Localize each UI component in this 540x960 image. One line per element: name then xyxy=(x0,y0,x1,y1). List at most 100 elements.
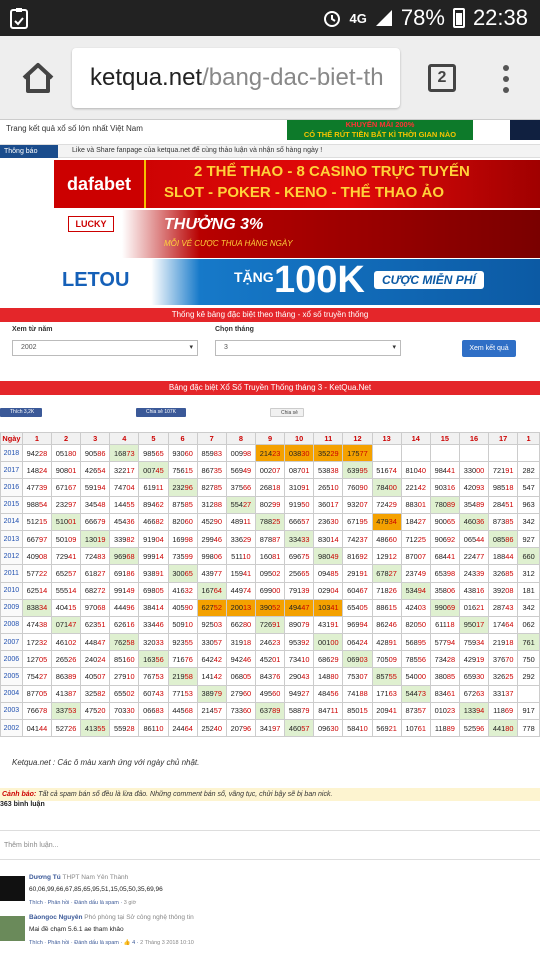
result-cell: 62616 xyxy=(109,615,140,635)
result-head: 577 xyxy=(434,637,447,647)
result-head: 877 xyxy=(26,689,39,699)
year-cell[interactable]: 2015 xyxy=(0,495,23,514)
gplus-share-button[interactable]: Chia sẻ xyxy=(270,408,304,417)
result-head: 501 xyxy=(55,534,69,544)
result-head: 784 xyxy=(376,482,389,492)
result-tail: 44 xyxy=(38,723,48,733)
year-cell[interactable]: 2017 xyxy=(0,461,23,480)
overflow-menu-icon[interactable] xyxy=(494,62,518,96)
result-head: 337 xyxy=(55,706,69,716)
result-cell: 86246 xyxy=(371,615,402,635)
letou-ad-banner[interactable]: LETOU TẶNG 100K CƯỢC MIỄN PHÍ xyxy=(54,259,540,305)
year-cell[interactable]: 2003 xyxy=(0,701,23,721)
year-cell[interactable]: 2007 xyxy=(0,633,23,652)
year-cell[interactable]: 2018 xyxy=(0,443,23,463)
facebook-like-button[interactable]: Thích 3,2K xyxy=(0,408,42,417)
result-tail: 73 xyxy=(417,689,427,699)
result-cell: 73428 xyxy=(429,650,460,669)
home-icon[interactable] xyxy=(18,58,58,98)
result-head: 666 xyxy=(288,517,302,527)
dafabet-ad-banner[interactable]: dafabet 2 THỂ THAO - 8 CASINO TRỰC TUYẾN… xyxy=(54,160,540,208)
result-cell: 750 xyxy=(517,650,540,669)
result-tail: 42 xyxy=(417,482,427,492)
commenter-name[interactable]: Dương Tú xyxy=(29,874,61,881)
result-head: 431 xyxy=(318,620,331,630)
comment-actions[interactable]: Thích · Phản hồi · Đánh dấu là spam · xyxy=(29,900,122,906)
lucky-ad-banner[interactable]: LUCKY THƯỞNG 3% MỖI VÉ CƯỢC THUA HÀNG NG… xyxy=(54,210,540,258)
result-cell: 37566 xyxy=(225,478,256,497)
year-cell[interactable]: 2011 xyxy=(0,564,23,583)
result-head: 788 xyxy=(259,517,273,527)
result-tail: 94 xyxy=(359,620,368,630)
result-tail: 87 xyxy=(68,689,77,699)
avatar[interactable] xyxy=(0,916,25,941)
result-head: 850 xyxy=(347,706,360,716)
result-cell: 778 xyxy=(517,718,540,738)
result-cell: 55427 xyxy=(225,495,256,514)
result-tail: 03 xyxy=(359,654,368,664)
result-head: 449 xyxy=(230,586,243,596)
result-cell: 71225 xyxy=(400,529,431,549)
comment-actions[interactable]: Thích · Phản hồi · Đánh dấu là spam · 👍 … xyxy=(29,940,139,946)
result-cell: 80299 xyxy=(254,495,286,514)
result-head: 163 xyxy=(143,654,156,664)
year-cell[interactable]: 2012 xyxy=(0,547,23,566)
year-cell[interactable]: 2004 xyxy=(0,684,23,703)
result-tail: 44 xyxy=(505,551,514,561)
result-cell: 27960 xyxy=(225,684,256,703)
spam-warning: Cảnh báo: Tất cả spam bán số đều là lừa … xyxy=(0,788,540,801)
result-tail: 25 xyxy=(272,517,281,527)
table-row: 2009 83834 40415 97068 44496 38414 40590 62752 2… xyxy=(0,598,540,617)
header-day: 6 xyxy=(167,432,198,445)
result-cell: 09502 xyxy=(254,564,286,583)
result-cell: 88615 xyxy=(371,598,402,617)
top-promo-banner[interactable]: KHUYẾN MÃI 200% CÓ THỂ RÚT TIỀN BẤT KÌ T… xyxy=(287,120,473,140)
result-cell: 66280 xyxy=(225,615,256,635)
comment-input[interactable]: Thêm bình luận... xyxy=(0,830,540,860)
from-year-select[interactable]: 2002 xyxy=(12,340,198,356)
year-cell[interactable]: 2008 xyxy=(0,615,23,635)
year-cell[interactable]: 2010 xyxy=(0,581,23,600)
result-cell: 55514 xyxy=(50,581,82,600)
result-tail: 26 xyxy=(68,723,77,733)
result-tail: 37 xyxy=(505,689,514,699)
result-head: 830 xyxy=(318,534,331,544)
result-head: 405 xyxy=(84,672,98,682)
year-cell[interactable]: 2013 xyxy=(0,529,23,549)
header-day: 2 xyxy=(50,432,82,445)
tab-switcher-button[interactable]: 2 xyxy=(428,64,456,92)
year-cell[interactable]: 2006 xyxy=(0,650,23,669)
result-head: 682 xyxy=(84,586,98,596)
result-cell: 73599 xyxy=(167,547,198,566)
result-head: 667 xyxy=(26,534,39,544)
result-tail: 65 xyxy=(184,568,193,578)
year-cell[interactable]: 2009 xyxy=(0,598,23,617)
month-select[interactable]: 3 xyxy=(215,340,401,356)
commenter-name[interactable]: Bàongoc Nguyên xyxy=(29,914,82,921)
result-head: 171 xyxy=(376,689,389,699)
result-cell: 917 xyxy=(517,701,540,721)
result-head: 652 xyxy=(55,568,69,578)
year-cell[interactable]: 2002 xyxy=(0,718,23,738)
result-cell: 13394 xyxy=(458,701,490,721)
result-cell: 81040 xyxy=(400,461,431,480)
year-cell[interactable]: 2014 xyxy=(0,512,23,531)
view-results-button[interactable]: Xem kết quả xyxy=(462,340,516,357)
year-cell[interactable]: 2005 xyxy=(0,667,23,686)
result-cell: 99806 xyxy=(196,547,227,566)
facebook-share-button[interactable]: Chia sẻ 107K xyxy=(136,408,186,417)
result-tail: 55 xyxy=(126,500,135,510)
avatar[interactable] xyxy=(0,876,25,901)
result-tail: 21 xyxy=(388,723,397,733)
result-head: 169 xyxy=(172,534,185,544)
result-tail: 02 xyxy=(126,689,135,699)
result-cell: 40908 xyxy=(21,547,52,566)
address-bar[interactable]: ketqua.net/bang-dac-biet-th xyxy=(72,48,400,108)
top-banner-image[interactable] xyxy=(510,120,540,140)
result-cell: 21457 xyxy=(196,701,227,721)
year-cell[interactable]: 2016 xyxy=(0,478,23,497)
result-cell: 23297 xyxy=(50,495,82,514)
result-head: 927 xyxy=(522,534,535,544)
result-head: 096 xyxy=(318,723,331,733)
result-cell: 95017 xyxy=(458,615,490,635)
